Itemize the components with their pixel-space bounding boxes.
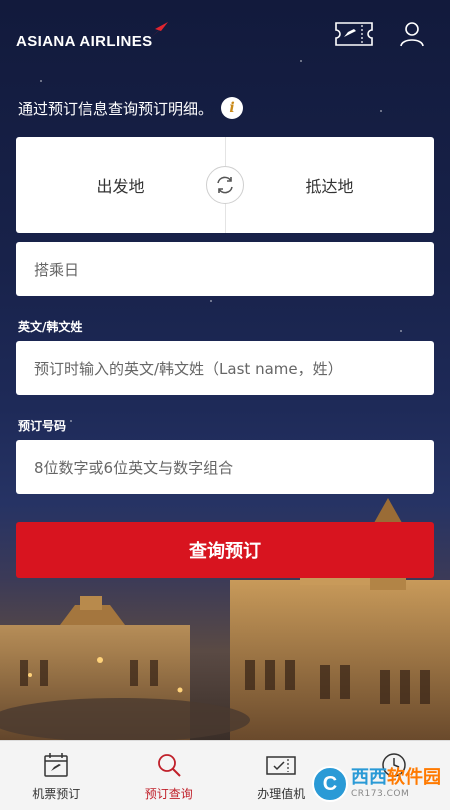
route-selector: 出发地 抵达地 [16,137,434,233]
site-watermark: C 西西软件园 CR173.COM [312,758,450,810]
ticket-icon[interactable] [334,20,374,48]
nav-label-flight-booking: 机票预订 [32,787,81,801]
search-booking-button[interactable]: 查询预订 [16,522,434,578]
watermark-text: 西西软件园 CR173.COM [351,769,441,799]
swap-route-button[interactable] [206,166,244,204]
booking-number-input[interactable]: 8位数字或6位英文与数字组合 [16,440,434,494]
search-icon [157,754,181,777]
boarding-pass-icon [266,756,296,775]
logo-swoosh-icon [148,21,168,39]
surname-input[interactable]: 预订时输入的英文/韩文姓（Last name，姓） [16,341,434,395]
nav-item-booking-search[interactable]: 预订查询 [113,741,226,810]
info-icon[interactable]: i [221,97,244,119]
swap-refresh-icon [217,176,233,194]
watermark-logo-icon: C [312,766,348,802]
surname-label: 英文/韩文姓 [18,320,83,334]
intro-label: 通过预订信息查询预订明细。 [18,99,214,118]
user-icon[interactable] [398,20,426,48]
intro-text: 通过预订信息查询预订明细。 i [18,97,244,119]
watermark-main-b: 软件园 [387,767,441,788]
booking-number-label: 预订号码 [18,419,67,433]
watermark-main: 西西软件园 [351,769,441,787]
departure-label: 出发地 [96,177,145,196]
app-header: ASIANA AIRLINES [0,0,450,68]
arrival-label: 抵达地 [305,177,354,196]
arrival-field[interactable]: 抵达地 [225,137,434,233]
nav-item-flight-booking[interactable]: 机票预订 [0,741,113,810]
logo-text: ASIANA AIRLINES [16,32,153,50]
boarding-date-field[interactable]: 搭乘日 [16,242,434,296]
booking-number-placeholder: 8位数字或6位英文与数字组合 [34,458,234,477]
watermark-sub: CR173.COM [351,789,410,799]
nav-label-booking-search: 预订查询 [144,787,193,801]
departure-field[interactable]: 出发地 [16,137,225,233]
calendar-plane-icon [44,753,68,777]
nav-label-check-in: 办理值机 [257,787,306,801]
surname-placeholder: 预订时输入的英文/韩文姓（Last name，姓） [34,359,343,378]
watermark-main-a: 西西 [351,767,387,788]
boarding-date-placeholder: 搭乘日 [34,260,80,279]
airline-logo[interactable]: ASIANA AIRLINES [16,21,168,50]
